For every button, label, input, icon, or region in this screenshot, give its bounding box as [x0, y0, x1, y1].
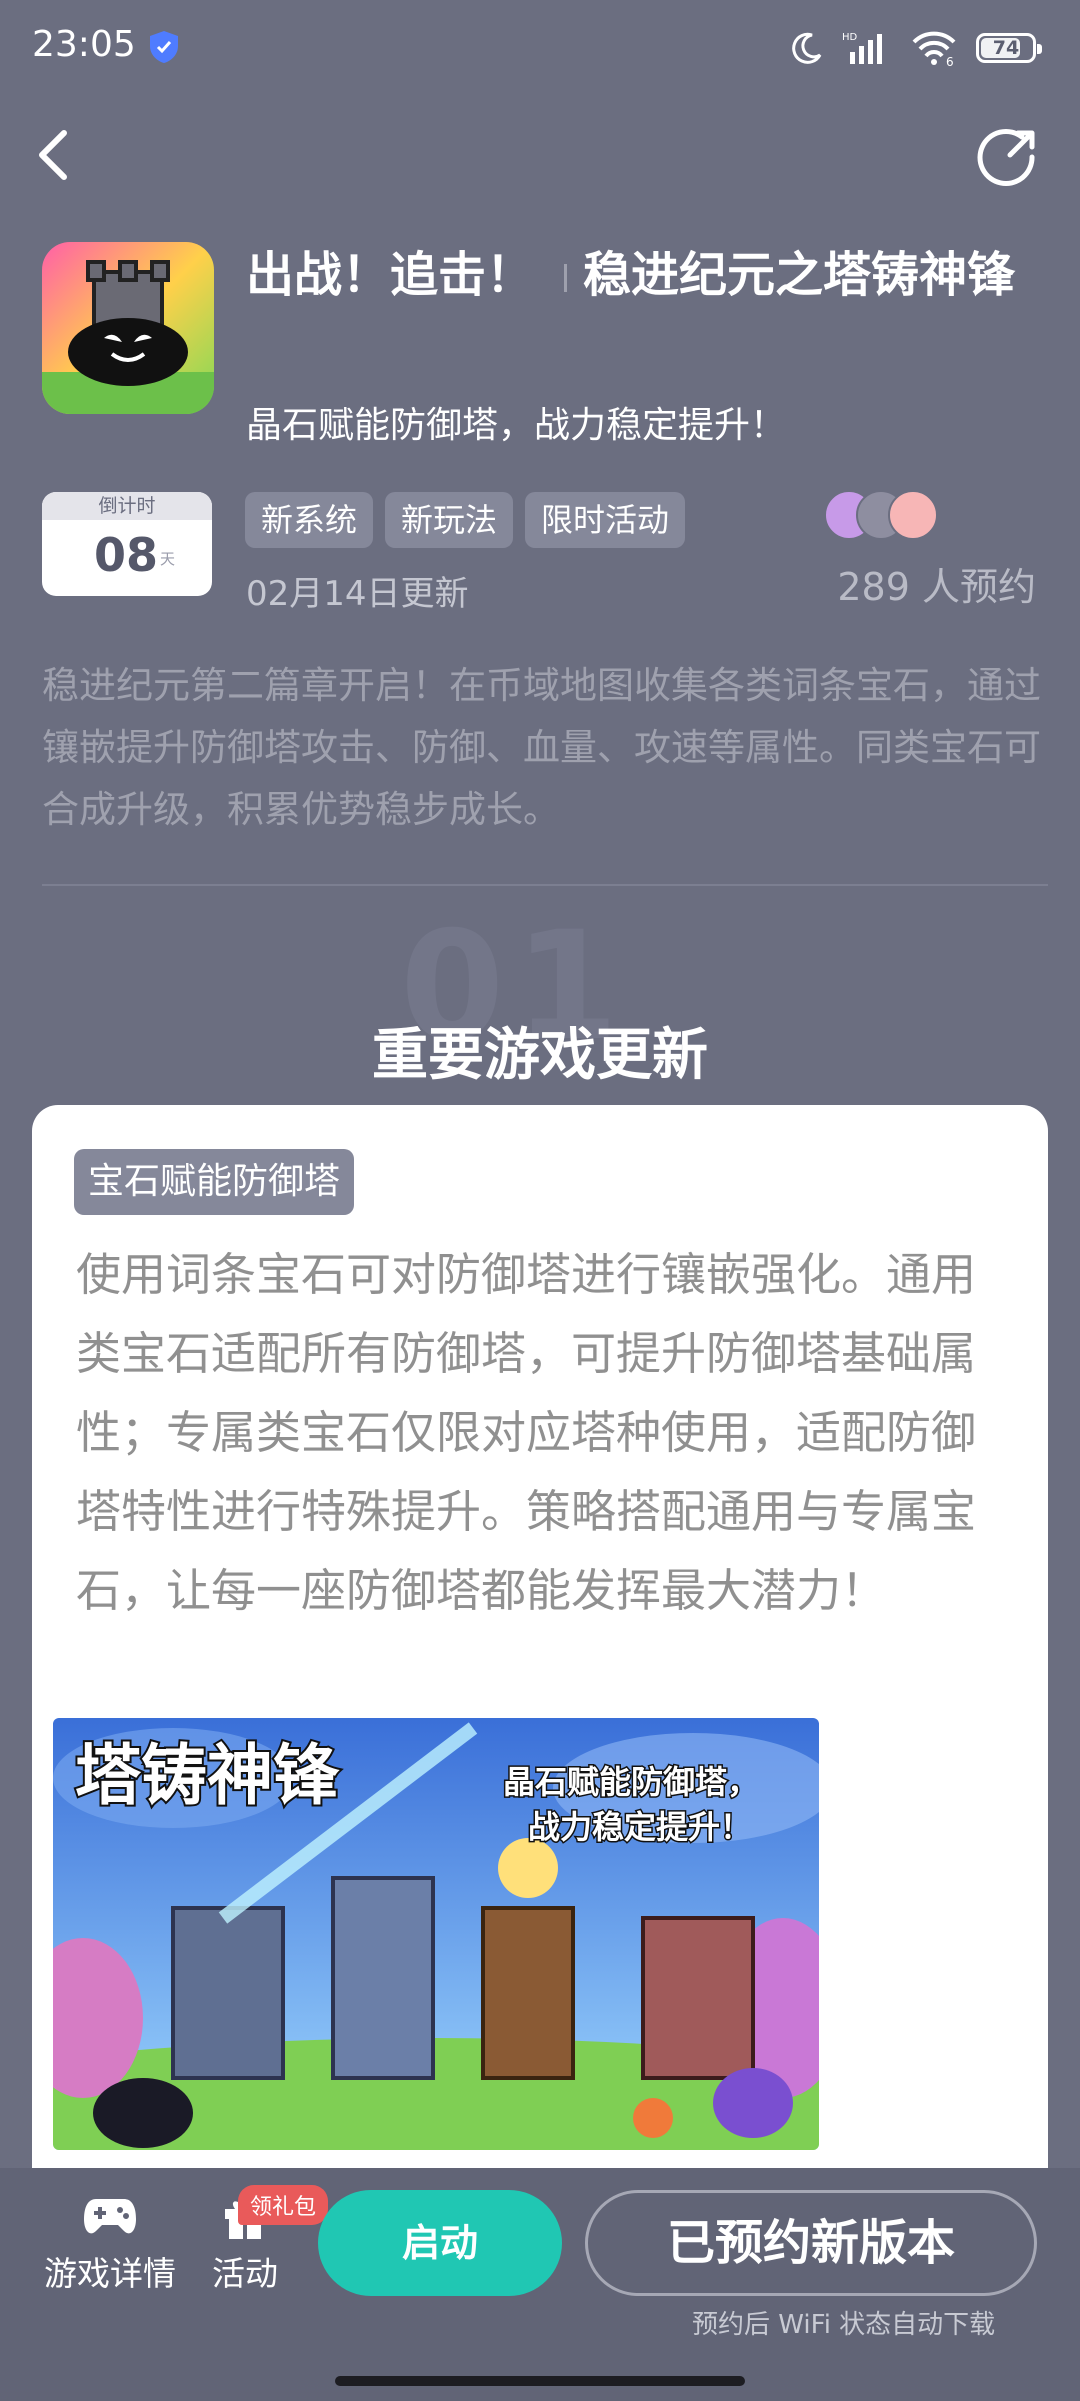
- tag-limited-event: 限时活动: [525, 492, 686, 548]
- gamepad-icon: [84, 2199, 136, 2234]
- gift-badge: 领礼包: [238, 2185, 329, 2225]
- section-title: 重要游戏更新: [372, 1023, 708, 1088]
- svg-text:HD: HD: [842, 32, 858, 43]
- tag-new-system: 新系统: [245, 492, 374, 548]
- reserve-count: 289 人预约: [837, 565, 1036, 609]
- battery-level: 74: [992, 37, 1020, 59]
- card-body: 使用词条宝石可对防御塔进行镶嵌强化。通用类宝石适配所有防御塔，可提升防御塔基础属…: [76, 1248, 977, 1617]
- launch-button[interactable]: 启动: [318, 2190, 562, 2296]
- chevron-left-icon[interactable]: [30, 125, 80, 185]
- reserved-note: 预约后 WiFi 状态自动下载: [692, 2310, 996, 2340]
- update-card: 宝石赋能防御塔 使用词条宝石可对防御塔进行镶嵌强化。通用类宝石适配所有防御塔，可…: [32, 1105, 1048, 2205]
- shield-icon: [150, 31, 178, 63]
- avatar: [888, 490, 938, 540]
- game-description: 稳进纪元第二篇章开启！在币域地图收集各类词条宝石，通过镶嵌提升防御塔攻击、防御、…: [42, 664, 1041, 831]
- banner-slogan-line1: 晶石赋能防御塔，: [503, 1763, 759, 1801]
- hd-signal-icon: HD: [842, 32, 882, 64]
- reserver-avatars: [824, 490, 944, 540]
- countdown-calendar: 倒计时 08 天: [42, 492, 212, 596]
- countdown-label: 倒计时: [42, 492, 212, 520]
- tag-list: 新系统 新玩法 限时活动: [245, 492, 686, 548]
- status-time: 23:05: [32, 24, 136, 65]
- activity-label: 活动: [212, 2254, 278, 2293]
- tag-new-gameplay: 新玩法: [385, 492, 514, 548]
- banner-slogan-line2: 战力稳定提升！: [528, 1808, 752, 1846]
- reserved-new-version-button[interactable]: 已预约新版本: [585, 2190, 1037, 2296]
- share-icon[interactable]: [976, 125, 1040, 189]
- home-indicator[interactable]: [335, 2376, 745, 2386]
- wifi-icon: 6: [912, 31, 956, 66]
- countdown-unit: 天: [160, 550, 176, 568]
- status-icons: HD 6 74: [790, 24, 1042, 72]
- game-subtitle: 晶石赋能防御塔，战力稳定提升！: [246, 405, 787, 446]
- promo-banner-image[interactable]: 塔铸神锋 晶石赋能防御塔， 战力稳定提升！: [53, 1718, 819, 2150]
- title-separator: [564, 264, 568, 292]
- update-date: 02月14日更新: [246, 574, 469, 614]
- game-title-part1: 出战！追击！: [246, 247, 535, 303]
- banner-title: 塔铸神锋: [75, 1737, 340, 1814]
- svg-text:6: 6: [946, 55, 954, 66]
- game-details-button[interactable]: 游戏详情: [40, 2195, 180, 2295]
- countdown-value: 08: [94, 528, 159, 582]
- battery-icon: 74: [976, 33, 1042, 63]
- game-title-part2: 稳进纪元之塔铸神锋: [583, 247, 1016, 303]
- game-details-label: 游戏详情: [44, 2254, 176, 2293]
- card-tag: 宝石赋能防御塔: [74, 1149, 355, 1215]
- moon-icon: [792, 32, 822, 64]
- app-icon: [42, 242, 214, 414]
- divider: [42, 884, 1048, 886]
- game-title: 出战！追击！ 稳进纪元之塔铸神锋: [246, 242, 1046, 308]
